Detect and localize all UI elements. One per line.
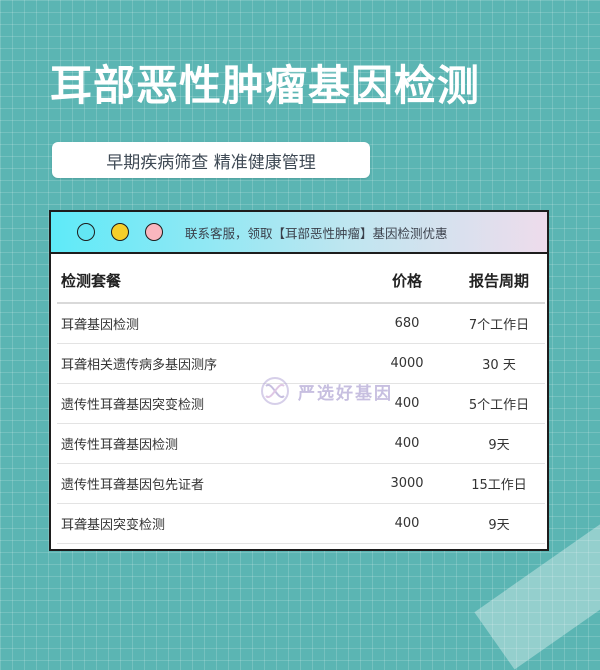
column-header-price: 价格 — [361, 258, 449, 304]
window-dot-yellow-icon — [111, 223, 129, 241]
report-period: 9天 — [449, 503, 545, 544]
table-header-row: 检测套餐 价格 报告周期 — [57, 258, 545, 304]
column-header-package: 检测套餐 — [57, 258, 361, 304]
pricing-table: 检测套餐 价格 报告周期 耳聋基因检测 680 7个工作日 耳聋相关遗传病多基因… — [57, 258, 545, 544]
table-row: 耳聋相关遗传病多基因测序 4000 30 天 — [57, 343, 545, 384]
package-name: 耳聋相关遗传病多基因测序 — [57, 343, 361, 384]
report-period: 9天 — [449, 423, 545, 464]
package-price: 680 — [361, 303, 449, 344]
report-period: 5个工作日 — [449, 383, 545, 424]
package-name: 耳聋基因检测 — [57, 303, 361, 344]
page-title: 耳部恶性肿瘤基因检测 — [50, 61, 481, 110]
report-period: 7个工作日 — [449, 303, 545, 344]
package-price: 400 — [361, 383, 449, 424]
package-price: 400 — [361, 503, 449, 544]
report-period: 30 天 — [449, 343, 545, 384]
table-row: 遗传性耳聋基因检测 400 9天 — [57, 423, 545, 464]
package-price: 400 — [361, 423, 449, 464]
subtitle-text: 早期疾病筛查 精准健康管理 — [106, 152, 316, 173]
table-row: 耳聋基因突变检测 400 9天 — [57, 503, 545, 544]
package-price: 3000 — [361, 463, 449, 504]
table-row: 耳聋基因检测 680 7个工作日 — [57, 303, 545, 344]
customer-service-note[interactable]: 联系客服，领取【耳部恶性肿瘤】基因检测优惠 — [185, 223, 448, 242]
table-row: 遗传性耳聋基因包先证者 3000 15工作日 — [57, 463, 545, 504]
pricing-card: 联系客服，领取【耳部恶性肿瘤】基因检测优惠 检测套餐 价格 报告周期 耳聋基因检… — [49, 210, 549, 551]
package-name: 耳聋基因突变检测 — [57, 503, 361, 544]
column-header-period: 报告周期 — [449, 258, 545, 304]
subtitle-banner: 早期疾病筛查 精准健康管理 — [52, 142, 370, 178]
package-name: 遗传性耳聋基因包先证者 — [57, 463, 361, 504]
card-header-bar: 联系客服，领取【耳部恶性肿瘤】基因检测优惠 — [51, 212, 547, 254]
package-name: 遗传性耳聋基因突变检测 — [57, 383, 361, 424]
table-row: 遗传性耳聋基因突变检测 400 5个工作日 — [57, 383, 545, 424]
report-period: 15工作日 — [449, 463, 545, 504]
package-price: 4000 — [361, 343, 449, 384]
window-dot-cyan-icon — [77, 223, 95, 241]
window-dot-pink-icon — [145, 223, 163, 241]
package-name: 遗传性耳聋基因检测 — [57, 423, 361, 464]
